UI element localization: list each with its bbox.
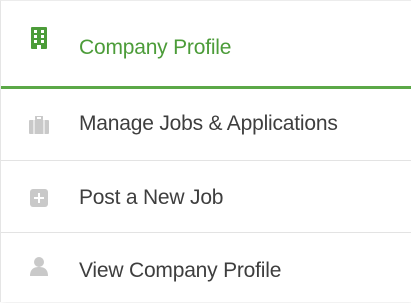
menu-item-label: Post a New Job (79, 186, 224, 209)
menu-item-post-job[interactable]: Post a New Job (1, 161, 411, 233)
menu-item-manage-jobs[interactable]: Manage Jobs & Applications (1, 89, 411, 161)
user-icon (29, 255, 49, 277)
menu-item-company-profile[interactable]: Company Profile (1, 1, 411, 89)
building-icon (29, 27, 49, 49)
menu-item-label: Manage Jobs & Applications (79, 112, 338, 135)
plus-square-icon (29, 187, 49, 209)
briefcase-icon (29, 114, 49, 136)
company-menu: Company Profile Manage Jobs & Applicatio… (0, 0, 411, 302)
menu-item-label: Company Profile (79, 36, 232, 59)
menu-item-label: View Company Profile (79, 259, 282, 282)
menu-item-view-company-profile[interactable]: View Company Profile (1, 233, 411, 303)
